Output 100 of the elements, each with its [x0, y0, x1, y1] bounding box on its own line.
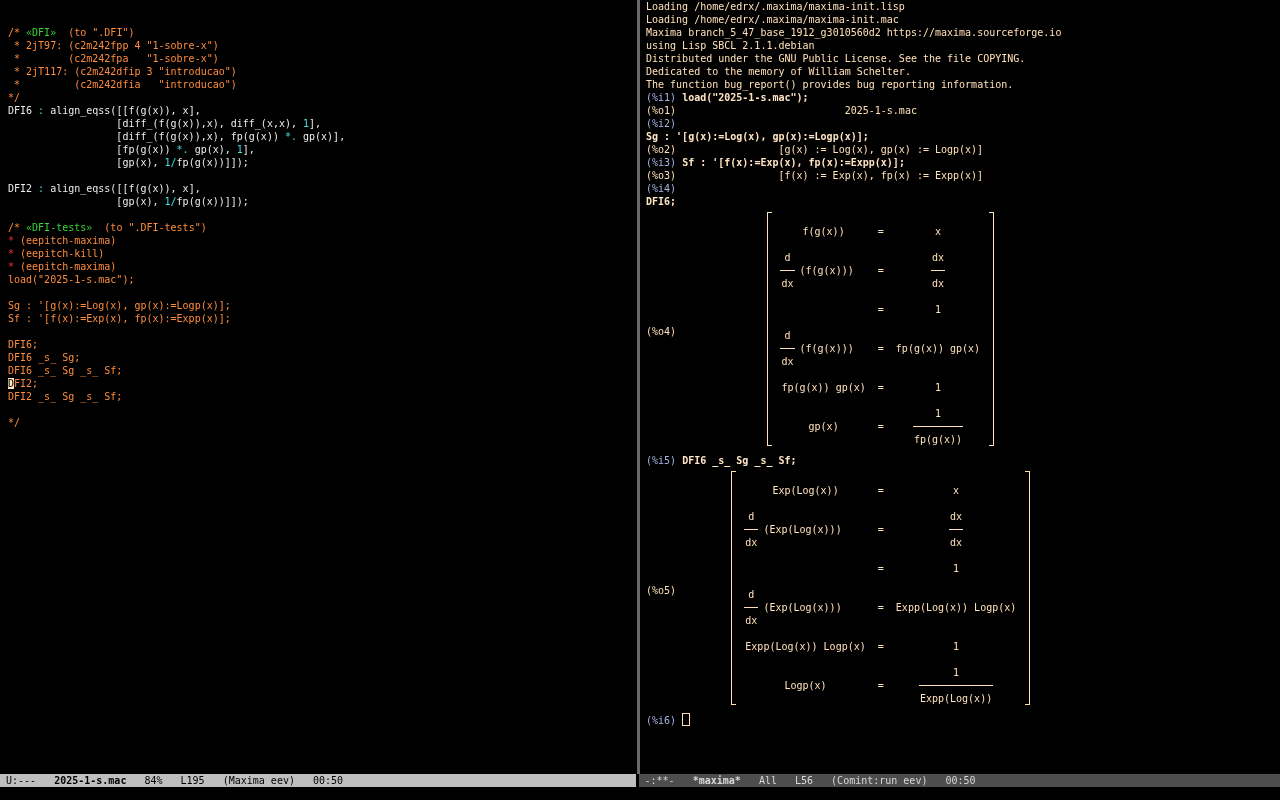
input-text: Sg : '[g(x):=Log(x), gp(x):=Logp(x)];: [646, 131, 869, 142]
equals-sign: =: [877, 381, 884, 394]
prompt-label: (%i2): [646, 118, 677, 129]
console-line: Loading /home/edrx/.maxima/maxima-init.lisp: [646, 0, 906, 13]
code-line: * 2jT97: (c2m242fpp 4 "1-sobre-x"): [13, 39, 220, 52]
denominator: fp(g(x)): [913, 433, 963, 446]
math-expression: x: [934, 225, 941, 238]
prompt-label: (%i1): [646, 92, 677, 103]
code-line: [gp(x), 1/fp(g(x))]]);: [115, 195, 250, 208]
prompt-label: (%i5): [646, 455, 677, 466]
code-line: * (eepitch-maxima): [8, 260, 118, 273]
input-text: DFI6;: [646, 196, 677, 207]
output-label: (%o5): [646, 583, 677, 597]
denominator: dx: [745, 614, 758, 627]
math-expression: 1: [953, 640, 960, 653]
equals-sign: =: [877, 264, 884, 277]
mode-line-item: L56: [795, 774, 814, 787]
equals-sign: =: [877, 342, 884, 355]
output-text: [g(x) := Log(x), gp(x) := Logp(x)]: [778, 143, 984, 156]
code-line: DFI2 _s_ Sg _s_ Sf;: [8, 390, 124, 403]
numerator: dx: [931, 251, 944, 264]
prompt-label: (%i4): [646, 183, 677, 194]
numerator: 1: [934, 407, 941, 420]
code-line: /* «DFI» (to ".DFI"): [8, 26, 136, 39]
math-expression: gp(x): [808, 420, 839, 433]
console-line: Maxima branch_5_47_base_1912_g3010560d2 https://maxima.sourceforge.io: [646, 26, 1063, 39]
code-line: DFI2;: [8, 377, 40, 390]
code-line: * 2jT117: (c2m242dfip 3 "introducao"): [13, 65, 238, 78]
buffer-name: 2025-1-s.mac: [54, 774, 127, 787]
console-line: Dedicated to the memory of William Schelter.: [646, 65, 912, 78]
code-line: Sg : '[g(x):=Log(x), gp(x):=Logp(x)];: [8, 299, 232, 312]
math-expression: (Exp(Log(x))): [763, 601, 842, 614]
math-expression: x: [953, 484, 960, 497]
mode-line-item: 84%: [144, 774, 163, 787]
equals-sign: =: [877, 484, 884, 497]
output-text: 2025-1-s.mac: [844, 104, 917, 117]
prompt-label: (%i6): [646, 715, 677, 726]
math-expression: (f(g(x))): [799, 264, 854, 277]
math-expression: 1: [934, 381, 941, 394]
output-text: [f(x) := Exp(x), fp(x) := Expp(x)]: [778, 169, 984, 182]
console-line: using Lisp SBCL 2.1.1.debian: [646, 39, 816, 52]
code-line: Sf : '[f(x):=Exp(x), fp(x):=Expp(x)];: [8, 312, 232, 325]
mode-line-item: 00:50: [945, 774, 976, 787]
buffer-status: -:**-: [644, 774, 675, 787]
code-line: DFI6 : align_eqss([[f(g(x)), x],: [8, 104, 202, 117]
equals-sign: =: [877, 523, 884, 536]
equals-sign: =: [877, 303, 884, 316]
code-line: [diff_(f(g(x)),x), diff_(x,x), 1],: [115, 117, 323, 130]
numerator: 1: [953, 666, 960, 679]
output-label: (%o1): [646, 104, 677, 117]
code-line: [diff_(f(g(x)),x), fp(g(x)) *. gp(x)],: [115, 130, 347, 143]
mode-line-item: (Comint:run eev): [831, 774, 928, 787]
denominator: Expp(Log(x)): [919, 692, 993, 705]
code-line: */: [8, 91, 22, 104]
math-expression: fp(g(x)) gp(x): [781, 381, 866, 394]
math-expression: (Exp(Log(x))): [763, 523, 842, 536]
code-line: DFI6 _s_ Sg;: [8, 351, 82, 364]
denominator: dx: [745, 536, 758, 549]
code-line: [gp(x), 1/fp(g(x))]]);: [115, 156, 250, 169]
numerator: dx: [950, 510, 963, 523]
math-expression: 1: [953, 562, 960, 575]
output-label: (%o4): [646, 324, 677, 338]
math-expression: 1: [934, 303, 941, 316]
input-text: load("2025-1-s.mac");: [682, 92, 809, 103]
denominator: dx: [781, 277, 794, 290]
console-line: Loading /home/edrx/.maxima/maxima-init.mac: [646, 13, 900, 26]
denominator: dx: [931, 277, 944, 290]
code-line: [fp(g(x)) *. gp(x), 1],: [115, 143, 256, 156]
math-expression: f(g(x)): [802, 225, 845, 238]
numerator: d: [748, 588, 755, 601]
output-label: (%o3): [646, 169, 677, 182]
code-line: DFI6 _s_ Sg _s_ Sf;: [8, 364, 124, 377]
input-text: Sf : '[f(x):=Exp(x), fp(x):=Expp(x)];: [682, 157, 905, 168]
output-label: (%o2): [646, 143, 677, 156]
math-expression: Logp(x): [784, 679, 827, 692]
math-expression: Expp(Log(x)) Logp(x): [745, 640, 866, 653]
console-line: Distributed under the GNU Public License. See the file COPYING.: [646, 52, 1027, 65]
buffer-status: U:---: [6, 774, 37, 787]
numerator: d: [784, 251, 791, 264]
code-line: * (c2m242fpa "1-sobre-x"): [13, 52, 220, 65]
equals-sign: =: [877, 420, 884, 433]
code-line: DFI6;: [8, 338, 40, 351]
code-line: DFI2 : align_eqss([[f(g(x)), x],: [8, 182, 202, 195]
mode-line-item: (Maxima eev): [222, 774, 295, 787]
input-text: DFI6 _s_ Sg _s_ Sf;: [682, 455, 797, 466]
math-expression: Expp(Log(x)) Logp(x): [895, 601, 1017, 614]
denominator: dx: [950, 536, 963, 549]
denominator: dx: [781, 355, 794, 368]
equals-sign: =: [877, 601, 884, 614]
equals-sign: =: [877, 562, 884, 575]
prompt-label: (%i3): [646, 157, 677, 168]
buffer-name: *maxima*: [692, 774, 741, 787]
equals-sign: =: [877, 640, 884, 653]
mode-line-item: L195: [180, 774, 205, 787]
math-expression: Exp(Log(x)): [772, 484, 839, 497]
math-expression: fp(g(x)) gp(x): [895, 342, 981, 355]
math-expression: (f(g(x))): [799, 342, 854, 355]
mode-line-item: 00:50: [313, 774, 344, 787]
console-line: The function bug_report() provides bug reporting information.: [646, 78, 1015, 91]
code-line: * (eepitch-maxima): [8, 234, 118, 247]
